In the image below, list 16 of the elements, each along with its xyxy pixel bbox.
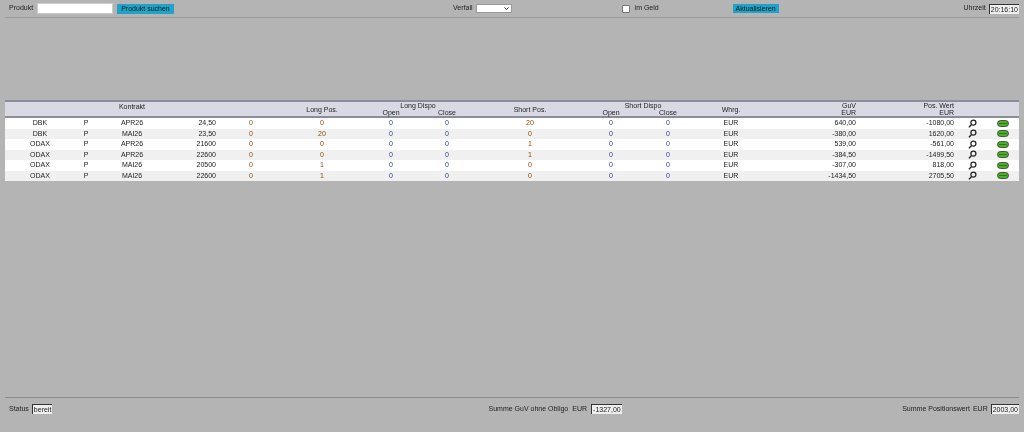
capsule-icon[interactable]: [996, 140, 1009, 148]
capsule-icon[interactable]: [996, 130, 1009, 138]
expiry-dropdown[interactable]: [475, 4, 512, 13]
in-money-checkbox[interactable]: [621, 4, 630, 13]
capsule-icon[interactable]: [996, 119, 1009, 127]
capsule-icon[interactable]: [996, 172, 1009, 180]
product-field[interactable]: [37, 3, 114, 14]
capsule-icon[interactable]: [996, 161, 1009, 169]
search-icon[interactable]: [967, 150, 977, 160]
search-icon[interactable]: [967, 160, 977, 170]
search-icon[interactable]: [967, 139, 977, 149]
search-icon[interactable]: [967, 118, 977, 128]
search-icon[interactable]: [967, 171, 977, 181]
caret-icon: [503, 7, 509, 10]
capsule-icon[interactable]: [996, 151, 1009, 159]
search-icon[interactable]: [967, 129, 977, 139]
